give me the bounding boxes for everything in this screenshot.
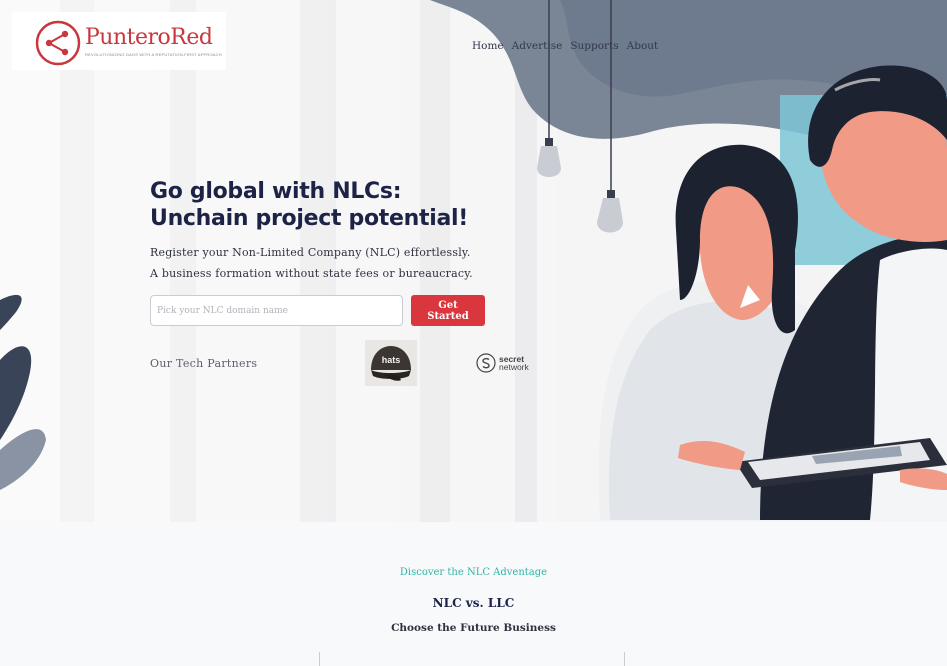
hero-subtitle-line1: Register your Non-Limited Company (NLC) … (150, 246, 471, 259)
secret-network-icon (476, 353, 496, 373)
hats-cap-icon[interactable]: hats (365, 340, 417, 386)
main-nav: Home Advertise Supports About (472, 40, 658, 52)
nav-advertise[interactable]: Advertise (512, 40, 563, 52)
hero-title: Go global with NLCs: Unchain project pot… (150, 178, 468, 232)
domain-name-input[interactable] (150, 295, 403, 326)
hero-title-line2: Unchain project potential! (150, 206, 468, 231)
section-subtitle: Choose the Future Business (391, 622, 556, 634)
brand-name: PunteroRed (85, 25, 213, 50)
tech-partners-label: Our Tech Partners (150, 357, 258, 370)
section-title: NLC vs. LLC (432, 596, 515, 610)
get-started-button[interactable]: Get Started (411, 295, 485, 326)
column-divider (319, 652, 320, 666)
advantage-section: Discover the NLC Adventage NLC vs. LLC C… (0, 522, 947, 666)
network-word: network (499, 362, 529, 372)
column-divider (624, 652, 625, 666)
hero-title-line1: Go global with NLCs: (150, 179, 402, 204)
secret-network-logo[interactable]: secret network (476, 353, 529, 373)
plant-leaf-icon (0, 294, 46, 490)
nav-about[interactable]: About (627, 40, 659, 52)
section-eyebrow: Discover the NLC Adventage (399, 567, 548, 578)
brand-tagline: REVOLUTIONIZING DAOS WITH A REPUTATION-F… (85, 52, 222, 57)
hero-subtitle-line2: A business formation without state fees … (150, 267, 473, 280)
hats-logo-text: hats (382, 355, 401, 365)
brand-logo[interactable]: PunteroRed REVOLUTIONIZING DAOS WITH A R… (12, 12, 226, 70)
hero-illustration (0, 0, 947, 520)
nav-supports[interactable]: Supports (570, 40, 618, 52)
share-network-icon (35, 20, 81, 66)
hero-section: PunteroRed REVOLUTIONIZING DAOS WITH A R… (0, 0, 947, 522)
nav-home[interactable]: Home (472, 40, 504, 52)
